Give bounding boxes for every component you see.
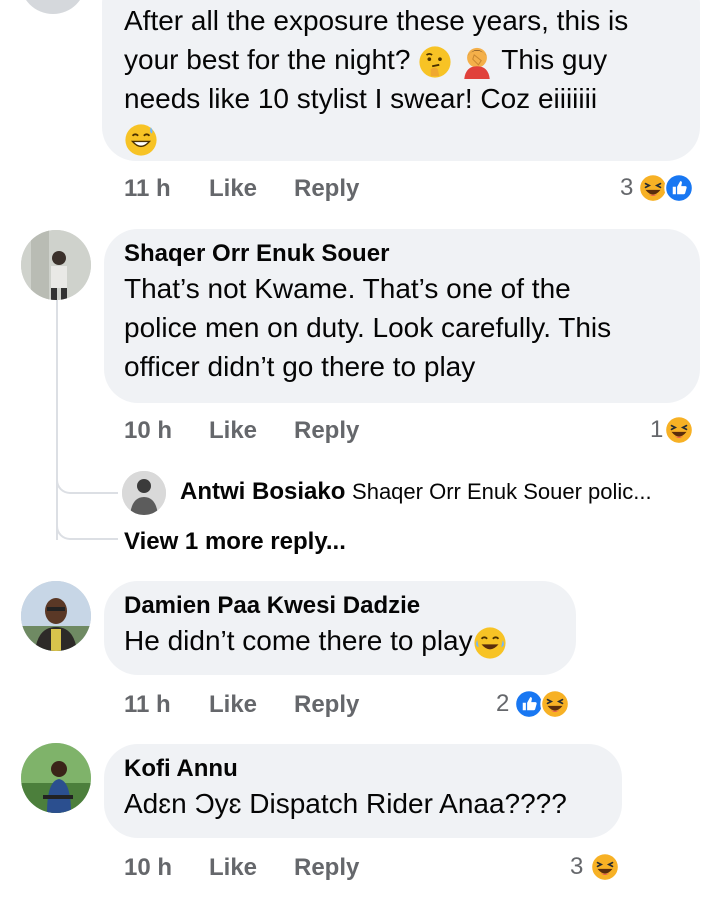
comment-author[interactable]: Shaqer Orr Enuk Souer [124,239,680,269]
sweat-smile-icon [124,123,158,157]
timestamp[interactable]: 11 h [124,175,171,203]
comment-text: He didn’t come there to play [124,621,556,660]
comment-bubble: Damien Paa Kwesi Dadzie He didn’t come t… [104,581,576,675]
haha-icon [540,689,570,719]
like-button[interactable]: Like [209,691,257,719]
avatar[interactable] [21,230,91,300]
reply-button[interactable]: Reply [294,691,359,719]
like-button[interactable]: Like [209,854,257,882]
reply-button[interactable]: Reply [294,175,359,203]
comment-text: Adɛn Ɔyɛ Dispatch Rider Anaa???? [124,788,567,819]
reply-preview[interactable]: Antwi Bosiako Shaqer Orr Enuk Souer poli… [180,477,700,507]
thread-curve [56,500,118,540]
comment-text: After all the exposure these years, this… [124,1,678,157]
timestamp[interactable]: 10 h [124,854,172,882]
comment-bubble: Shaqer Orr Enuk Souer That’s not Kwame. … [104,229,700,403]
thinking-face-icon [418,45,452,79]
avatar[interactable] [122,471,166,515]
reply-button[interactable]: Reply [294,417,359,445]
comment-bubble: After all the exposure these years, this… [102,0,700,161]
timestamp[interactable]: 10 h [124,417,172,445]
comment-actions: 11 h Like Reply [124,691,524,721]
avatar[interactable] [21,581,91,651]
reaction-count: 3 [570,853,584,880]
comment-actions: 11 h Like Reply [124,175,524,205]
reply-snippet: Shaqer Orr Enuk Souer polic... [352,479,652,504]
like-icon [664,173,694,203]
comment-bubble: Kofi Annu Adɛn Ɔyɛ Dispatch Rider Anaa??… [104,744,622,838]
reaction-count: 3 [620,174,634,201]
comment-actions: 10 h Like Reply [124,417,524,447]
comment-author[interactable]: Kofi Annu [124,754,602,784]
avatar[interactable] [20,0,86,14]
facepalm-icon [460,45,494,79]
joy-icon [473,626,507,660]
comment-author[interactable]: Damien Paa Kwesi Dadzie [124,591,556,621]
comment-actions: 10 h Like Reply [124,854,524,884]
thread-curve [56,440,118,494]
haha-icon [590,852,620,882]
haha-icon [664,415,694,445]
reaction-count: 1 [650,416,664,443]
view-more-replies[interactable]: View 1 more reply... [124,528,346,556]
like-button[interactable]: Like [209,175,257,203]
comment-text: That’s not Kwame. That’s one of the poli… [124,273,612,382]
reply-button[interactable]: Reply [294,854,359,882]
avatar[interactable] [21,743,91,813]
timestamp[interactable]: 11 h [124,691,171,719]
reaction-count: 2 [496,690,510,717]
reply-author[interactable]: Antwi Bosiako [180,478,345,505]
like-button[interactable]: Like [209,417,257,445]
